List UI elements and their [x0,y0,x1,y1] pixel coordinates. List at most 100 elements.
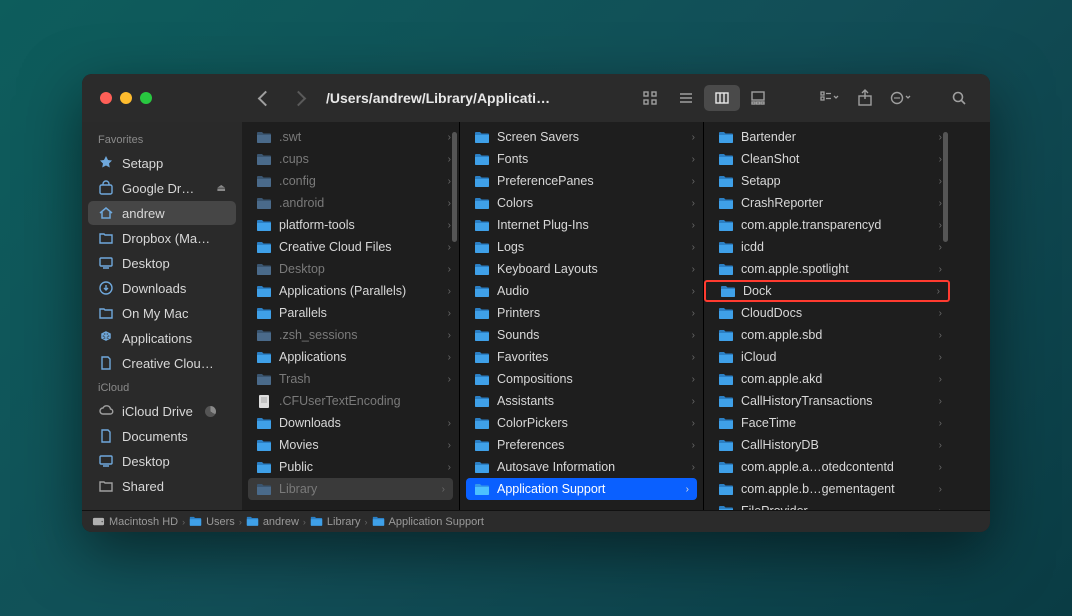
folder-row[interactable]: com.apple.a…otedcontentd› [704,456,950,478]
minimize-button[interactable] [120,92,132,104]
path-segment[interactable]: Application Support [372,516,484,528]
sidebar-item[interactable]: Downloads [88,276,236,300]
sidebar-item[interactable]: iCloud Drive [88,399,236,423]
folder-row[interactable]: com.apple.akd› [704,368,950,390]
folder-row[interactable]: Assistants› [460,390,703,412]
gallery-view-button[interactable] [740,85,776,111]
folder-icon [718,197,734,210]
folder-row[interactable]: Parallels› [242,302,459,324]
sidebar-item[interactable]: On My Mac [88,301,236,325]
eject-icon[interactable]: ⏏ [217,183,226,194]
folder-row[interactable]: com.apple.spotlight› [704,258,950,280]
folder-row[interactable]: com.apple.transparencyd› [704,214,950,236]
folder-icon [474,351,490,364]
folder-row[interactable]: Autosave Information› [460,456,703,478]
action-button[interactable] [886,85,916,111]
sidebar-item[interactable]: Desktop [88,251,236,275]
folder-row[interactable]: Movies› [242,434,459,456]
folder-row[interactable]: Audio› [460,280,703,302]
folder-row[interactable]: Applications› [242,346,459,368]
folder-row[interactable]: Applications (Parallels)› [242,280,459,302]
folder-row[interactable]: Desktop› [242,258,459,280]
folder-row[interactable]: .config› [242,170,459,192]
group-button[interactable] [814,85,844,111]
sidebar-item[interactable]: Applications [88,326,236,350]
folder-row[interactable]: Internet Plug-Ins› [460,214,703,236]
folder-row[interactable]: CallHistoryDB› [704,434,950,456]
search-button[interactable] [944,85,974,111]
sidebar-item[interactable]: Setapp [88,151,236,175]
folder-icon [718,175,734,188]
folder-row[interactable]: Bartender› [704,126,950,148]
folder-row[interactable]: Compositions› [460,368,703,390]
chevron-right-icon: › [442,484,445,495]
folder-row[interactable]: CloudDocs› [704,302,950,324]
icon-view-button[interactable] [632,85,668,111]
folder-row[interactable]: icdd› [704,236,950,258]
list-view-button[interactable] [668,85,704,111]
sidebar-item[interactable]: Google Dr…⏏ [88,176,236,200]
folder-row[interactable]: Sounds› [460,324,703,346]
sidebar-item[interactable]: Desktop [88,449,236,473]
row-label: icdd [741,240,932,254]
zoom-button[interactable] [140,92,152,104]
folder-row[interactable]: PreferencePanes› [460,170,703,192]
close-button[interactable] [100,92,112,104]
row-label: Favorites [497,350,685,364]
folder-row[interactable]: Colors› [460,192,703,214]
back-button[interactable] [258,90,274,106]
folder-row[interactable]: .cups› [242,148,459,170]
folder-row[interactable]: FaceTime› [704,412,950,434]
folder-row[interactable]: CrashReporter› [704,192,950,214]
folder-row[interactable]: Trash› [242,368,459,390]
folder-row[interactable]: Screen Savers› [460,126,703,148]
folder-row[interactable]: Logs› [460,236,703,258]
folder-row[interactable]: Fonts› [460,148,703,170]
folder-row[interactable]: ColorPickers› [460,412,703,434]
forward-button[interactable] [291,90,307,106]
scrollbar[interactable] [943,132,948,242]
folder-row[interactable]: .zsh_sessions› [242,324,459,346]
folder-row[interactable]: .CFUserTextEncoding [242,390,459,412]
folder-row[interactable]: Creative Cloud Files› [242,236,459,258]
sidebar-item[interactable]: Shared [88,474,236,498]
folder-row[interactable]: Favorites› [460,346,703,368]
path-segment[interactable]: Library [310,516,361,528]
folder-row[interactable]: CallHistoryTransactions› [704,390,950,412]
column-view-button[interactable] [704,85,740,111]
folder-icon [718,505,734,511]
folder-row[interactable]: CleanShot› [704,148,950,170]
row-label: FileProvider [741,504,932,510]
sidebar-item[interactable]: Creative Clou… [88,351,236,375]
folder-row[interactable]: Keyboard Layouts› [460,258,703,280]
path-segment[interactable]: Macintosh HD [92,516,178,528]
sidebar-item[interactable]: andrew [88,201,236,225]
folder-row[interactable]: Application Support› [466,478,697,500]
path-label: Users [206,516,235,528]
share-button[interactable] [850,85,880,111]
folder-row[interactable]: Setapp› [704,170,950,192]
path-segment[interactable]: Users [189,516,235,528]
sidebar-item[interactable]: Documents [88,424,236,448]
folder-row[interactable]: Preferences› [460,434,703,456]
folder-row[interactable]: com.apple.b…gementagent› [704,478,950,500]
sidebar-item[interactable]: Dropbox (Ma… [88,226,236,250]
folder-row[interactable]: iCloud› [704,346,950,368]
folder-row[interactable]: FileProvider› [704,500,950,510]
chevron-right-icon: › [692,154,695,165]
folder-row[interactable]: .swt› [242,126,459,148]
folder-row[interactable]: Dock› [704,280,950,302]
folder-row[interactable]: com.apple.sbd› [704,324,950,346]
scrollbar[interactable] [452,132,457,242]
chevron-right-icon: › [692,308,695,319]
folder-row[interactable]: platform-tools› [242,214,459,236]
path-label: andrew [263,516,299,528]
folder-row[interactable]: Library› [248,478,453,500]
folder-row[interactable]: Public› [242,456,459,478]
path-segment[interactable]: andrew [246,516,299,528]
folder-row[interactable]: .android› [242,192,459,214]
folder-row[interactable]: Printers› [460,302,703,324]
folder-row[interactable]: Downloads› [242,412,459,434]
chevron-right-icon: › [692,462,695,473]
nav-buttons [260,93,304,104]
